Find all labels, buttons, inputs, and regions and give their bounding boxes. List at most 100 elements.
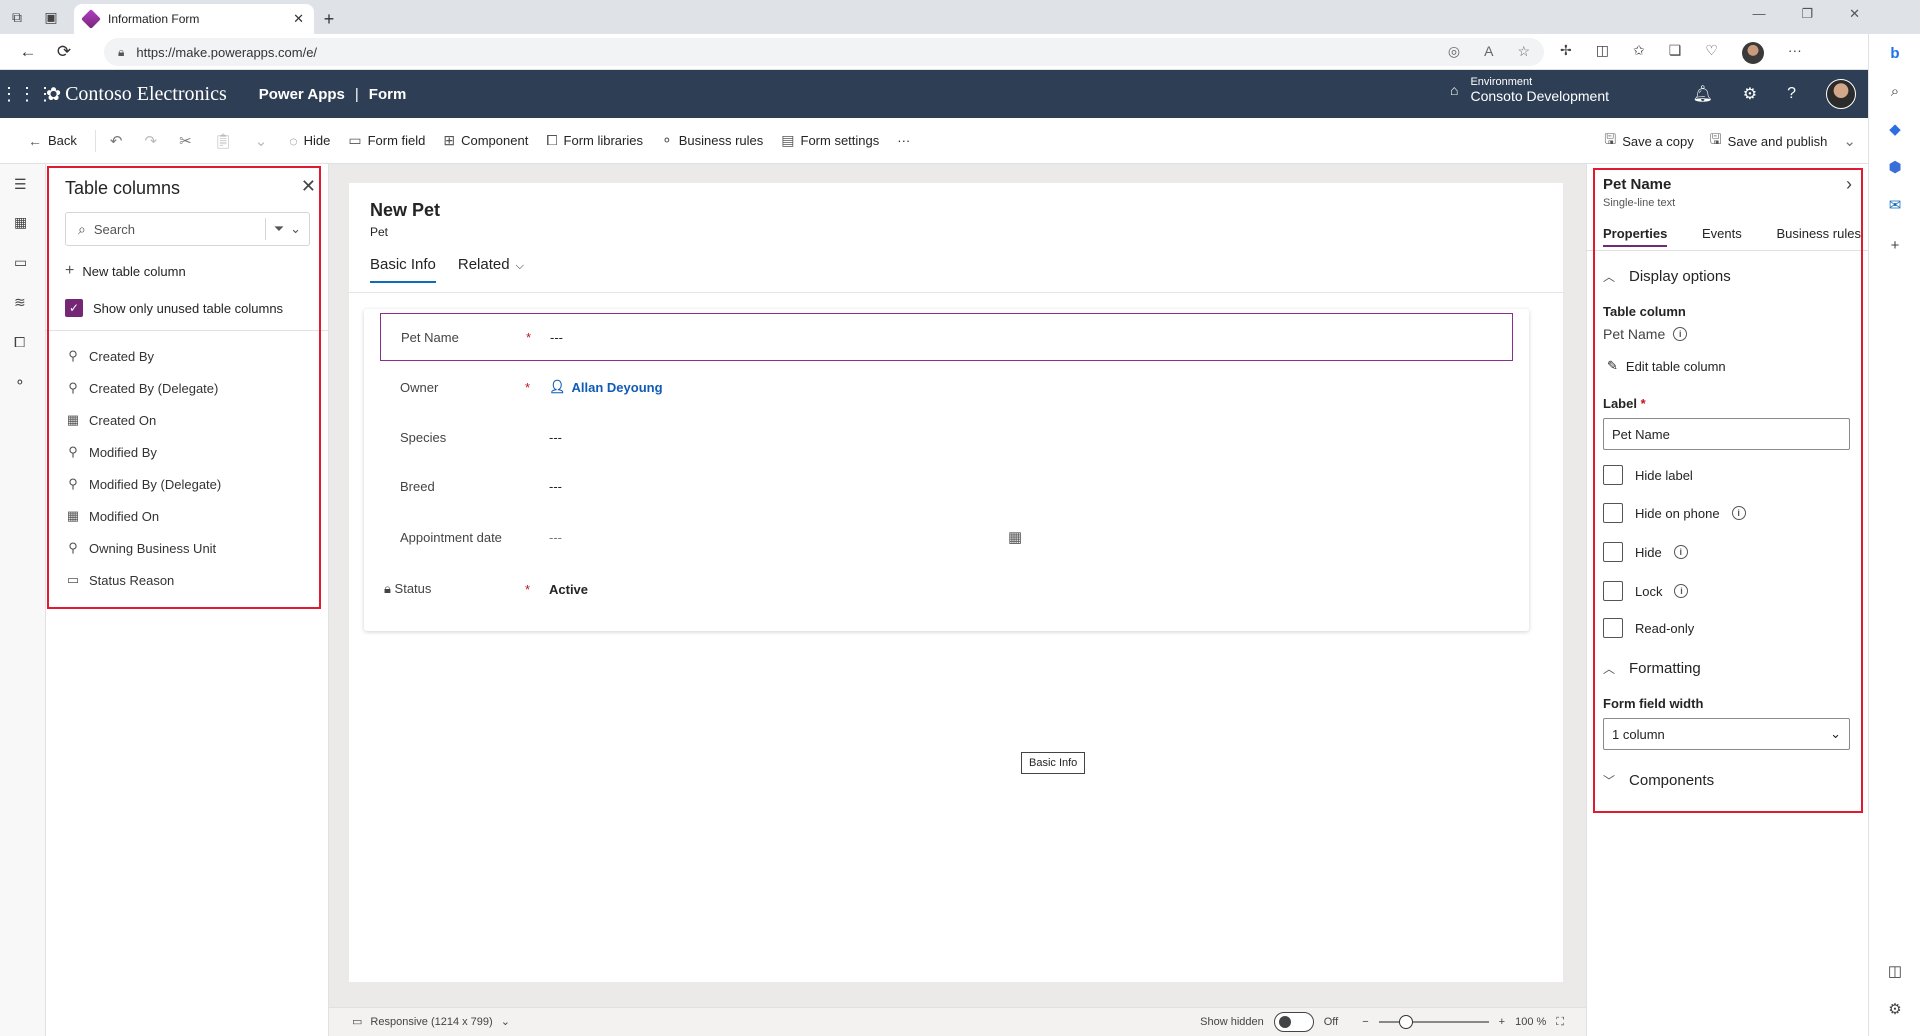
paste-icon[interactable]: 📋︎ <box>214 132 233 150</box>
column-item-created-by-delegate[interactable]: ⚲ Created By (Delegate) <box>65 372 315 404</box>
tab-actions-icon[interactable]: ▣ <box>34 0 68 34</box>
paste-dropdown-icon[interactable]: ⌄ <box>255 132 268 150</box>
health-icon[interactable]: ♡ <box>1705 42 1718 64</box>
components-header[interactable]: ﹀ Components <box>1603 772 1714 789</box>
search-icon[interactable]: ⌕ <box>1882 78 1908 104</box>
display-options-header[interactable]: ︿ Display options <box>1603 268 1731 285</box>
favorites-icon[interactable]: ✩ <box>1633 42 1645 64</box>
table-columns-icon[interactable]: ▭ <box>14 254 27 271</box>
info-icon[interactable]: i <box>1673 545 1688 559</box>
url-field[interactable]: 🔒︎ https://make.powerapps.com/e/ ◎ A ☆ <box>104 38 1544 66</box>
field-status[interactable]: 🔒︎ Status * Active <box>380 565 1513 613</box>
info-icon[interactable]: i <box>1731 506 1746 520</box>
form-field-button[interactable]: ▭ Form field <box>348 132 425 149</box>
browser-tab[interactable]: Information Form ✕ <box>74 4 314 34</box>
workspaces-icon[interactable]: ⧉ <box>0 0 34 34</box>
column-item-owning-business-unit[interactable]: ⚲ Owning Business Unit <box>65 532 315 564</box>
close-tab-icon[interactable]: ✕ <box>293 11 304 27</box>
zoom-in-icon[interactable]: + <box>1499 1016 1505 1028</box>
layers-icon[interactable]: ≋ <box>14 294 26 311</box>
more-commands-button[interactable]: ··· <box>897 133 910 148</box>
hide-on-phone-checkbox[interactable]: Hide on phone i <box>1603 503 1746 523</box>
profile-avatar[interactable] <box>1741 42 1764 64</box>
read-only-checkbox[interactable]: Read-only <box>1603 618 1694 638</box>
office-icon[interactable]: ⬢ <box>1882 154 1908 180</box>
restore-icon[interactable]: ❐ <box>1801 6 1813 22</box>
column-item-modified-by-delegate[interactable]: ⚲ Modified By (Delegate) <box>65 468 315 500</box>
outlook-icon[interactable]: ✉ <box>1882 192 1908 218</box>
tab-properties[interactable]: Properties <box>1603 226 1668 247</box>
gear-icon[interactable]: ⚙ <box>1743 84 1757 104</box>
form-libraries-button[interactable]: ⧠ Form libraries <box>546 132 643 149</box>
field-appointment-date[interactable]: Appointment date --- ▦ <box>380 513 1513 561</box>
filter-button[interactable]: ⏷ ⌄ <box>264 218 309 240</box>
tab-basic-info[interactable]: Basic Info <box>370 256 436 283</box>
new-table-column-button[interactable]: + New table column <box>65 262 186 280</box>
column-item-modified-by[interactable]: ⚲ Modified By <box>65 436 315 468</box>
favorite-star-icon[interactable]: ☆ <box>1517 43 1530 60</box>
form-libraries-icon[interactable]: ⧠ <box>14 334 25 351</box>
refresh-icon[interactable]: ⟳ <box>46 42 82 62</box>
app-name[interactable]: Power Apps <box>259 86 345 103</box>
add-icon[interactable]: + <box>1882 232 1908 258</box>
hamburger-icon[interactable]: ☰ <box>14 176 27 193</box>
label-input[interactable]: Pet Name <box>1603 418 1850 450</box>
show-unused-checkbox[interactable]: ✓ Show only unused table columns <box>65 299 283 317</box>
column-item-modified-on[interactable]: ▦ Modified On <box>65 500 315 532</box>
lock-checkbox[interactable]: Lock i <box>1603 581 1689 601</box>
save-dropdown-icon[interactable]: ⌄ <box>1843 132 1856 150</box>
search-input[interactable]: Search <box>94 222 265 237</box>
column-item-created-by[interactable]: ⚲ Created By <box>65 340 315 372</box>
cut-icon[interactable]: ✂ <box>179 132 192 150</box>
zoom-slider[interactable] <box>1378 1015 1489 1029</box>
settings-icon[interactable]: ⚙ <box>1882 996 1908 1022</box>
components-icon[interactable]: ▦ <box>14 214 27 231</box>
column-item-created-on[interactable]: ▦ Created On <box>65 404 315 436</box>
shopping-icon[interactable]: ◆ <box>1882 116 1908 142</box>
hide-label-checkbox[interactable]: Hide label <box>1603 465 1693 485</box>
bing-icon[interactable]: b <box>1882 40 1908 66</box>
undo-icon[interactable]: ↶ <box>110 132 123 150</box>
split-screen-icon[interactable]: ◫ <box>1596 42 1609 64</box>
location-icon[interactable]: ◎ <box>1448 43 1460 60</box>
field-pet-name[interactable]: Pet Name * --- <box>380 313 1513 361</box>
field-species[interactable]: Species --- <box>380 413 1513 461</box>
owner-lookup[interactable]: 👤︎ Allan Deyoung <box>549 379 663 395</box>
component-button[interactable]: ⊞ Component <box>443 132 528 149</box>
help-icon[interactable]: ? <box>1787 85 1796 103</box>
back-arrow-icon[interactable]: ← <box>10 42 46 62</box>
column-search-box[interactable]: ⌕ Search ⏷ ⌄ <box>65 212 310 246</box>
chevron-right-icon[interactable]: › <box>1846 174 1852 195</box>
zoom-out-icon[interactable]: − <box>1362 1016 1368 1028</box>
notifications-bell-icon[interactable]: 🔔︎ <box>1692 84 1712 104</box>
show-hidden-toggle[interactable] <box>1273 1012 1314 1032</box>
lock-icon[interactable]: 🔒︎ <box>118 45 124 60</box>
redo-icon[interactable]: ↷ <box>144 132 157 150</box>
form-field-width-select[interactable]: 1 column ⌄ <box>1603 718 1850 750</box>
minimize-icon[interactable]: — <box>1752 6 1765 22</box>
field-owner[interactable]: Owner * 👤︎ Allan Deyoung <box>380 363 1513 411</box>
business-rules-button[interactable]: ⚬ Business rules <box>661 132 763 149</box>
hide-button[interactable]: ◌ Hide <box>289 133 330 149</box>
tab-events[interactable]: Events <box>1702 226 1742 247</box>
formatting-header[interactable]: ︿ Formatting <box>1603 660 1701 677</box>
sidebar-toggle-icon[interactable]: ◫ <box>1882 958 1908 984</box>
save-copy-button[interactable]: 🖫︎ Save a copy <box>1604 129 1693 153</box>
info-icon[interactable]: i <box>1674 584 1689 598</box>
business-rules-icon[interactable]: ⚬ <box>14 374 26 391</box>
collections-icon[interactable]: ❏ <box>1669 42 1682 64</box>
read-aloud-icon[interactable]: A <box>1484 43 1493 60</box>
save-publish-button[interactable]: 🖫︎ Save and publish <box>1710 129 1828 153</box>
column-item-status-reason[interactable]: ▭ Status Reason <box>65 564 315 596</box>
back-button[interactable]: ← Back <box>28 133 77 149</box>
field-breed[interactable]: Breed --- <box>380 462 1513 510</box>
new-tab-icon[interactable]: + <box>314 4 344 34</box>
responsive-selector[interactable]: ▭ Responsive (1214 x 799) ⌄ <box>352 1015 510 1029</box>
more-menu-icon[interactable]: ··· <box>1788 42 1802 64</box>
app-launcher-icon[interactable]: ⋮⋮⋮ <box>0 84 54 105</box>
close-icon[interactable]: ✕ <box>301 176 316 197</box>
tab-related[interactable]: Related ⌵ <box>458 256 524 283</box>
tab-business-rules[interactable]: Business rules <box>1776 226 1861 247</box>
form-settings-button[interactable]: ▤ Form settings <box>781 132 879 149</box>
info-icon[interactable]: i <box>1673 327 1688 341</box>
